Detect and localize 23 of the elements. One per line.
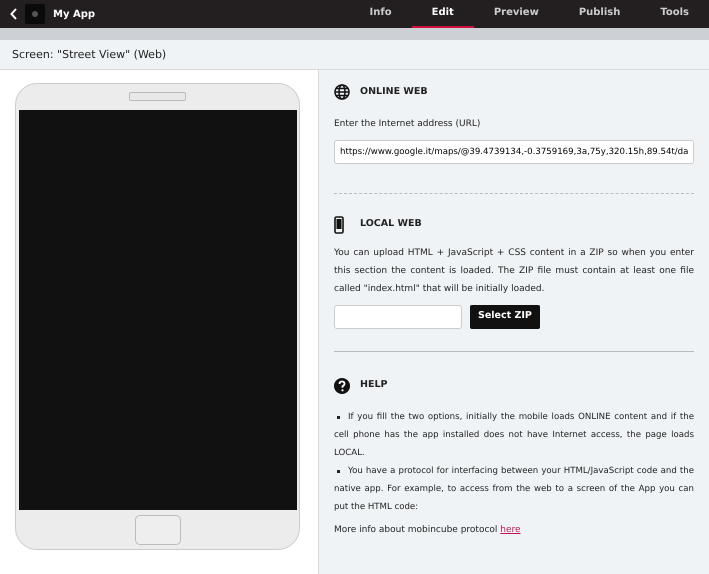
mobile-phone-icon bbox=[334, 216, 344, 234]
more-info-text: More info about mobincube protocol here bbox=[334, 524, 522, 536]
screen-title: Screen: "Street View" (Web) bbox=[0, 40, 709, 70]
section-title: HELP bbox=[360, 378, 388, 392]
section-title: LOCAL WEB bbox=[360, 217, 422, 232]
url-field[interactable]: https://www.google.it/maps/@39.4739134,-0.3759169,3a,75y,320.15h,89.54t/da bbox=[334, 140, 694, 164]
home-button[interactable] bbox=[134, 515, 180, 545]
field-label: Enter the Internet address (URL) bbox=[334, 118, 482, 131]
globe-icon bbox=[334, 84, 350, 100]
section-title: ONLINE WEB bbox=[360, 84, 428, 99]
app-logo-icon bbox=[25, 4, 45, 24]
here-link[interactable]: here bbox=[500, 524, 521, 534]
app-name: My App bbox=[53, 8, 96, 22]
back-icon bbox=[10, 8, 18, 20]
file-field[interactable] bbox=[334, 304, 462, 328]
nav-tab[interactable]: Tools bbox=[640, 0, 709, 28]
nav-tab[interactable]: Preview bbox=[474, 0, 559, 28]
speaker-icon bbox=[129, 92, 186, 101]
select-zip-button[interactable]: Select ZIP bbox=[470, 304, 540, 328]
help-icon bbox=[334, 378, 350, 394]
nav-tab[interactable]: Info bbox=[350, 0, 412, 28]
description-text: You can upload HTML + JavaScript + CSS content in a ZIP so when you enter this section the content is loaded. The ZIP file must contain at least one file called "index.html" that will be initially loaded. bbox=[334, 246, 694, 296]
nav-tab[interactable]: Publish bbox=[558, 0, 640, 28]
